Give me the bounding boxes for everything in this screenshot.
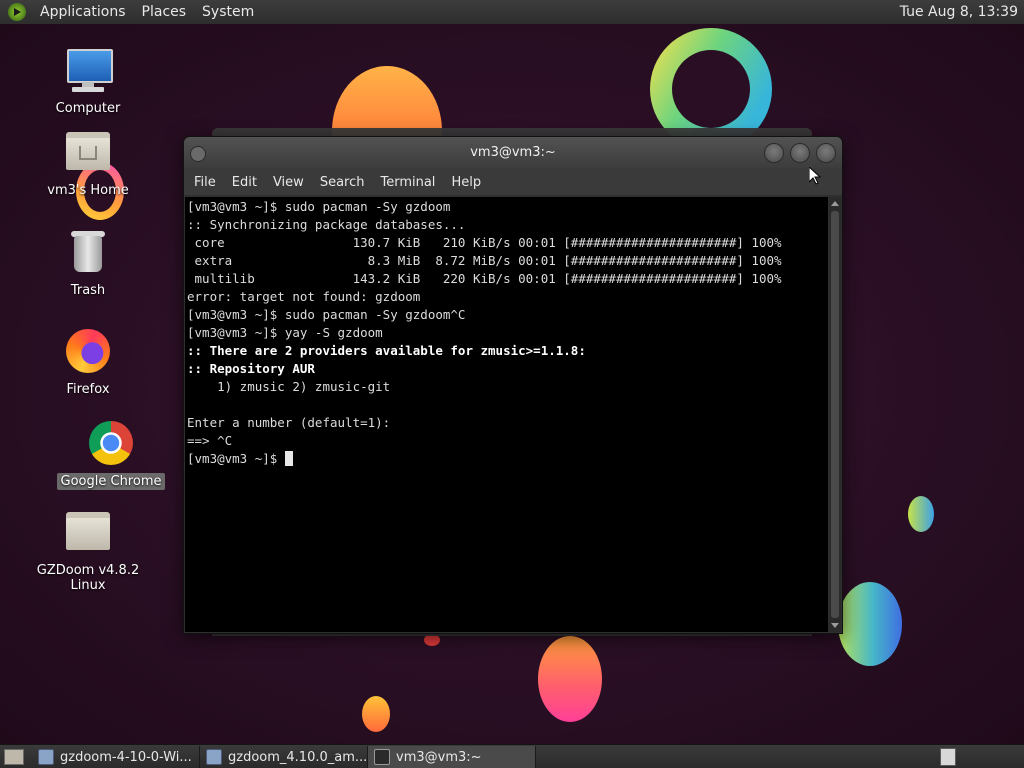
- terminal-line: :: Repository AUR: [187, 361, 315, 376]
- bottom-panel: gzdoom-4-10-0-Wi... gzdoom_4.10.0_am... …: [0, 744, 1024, 768]
- desktop-icon-label: vm3's Home: [47, 183, 129, 198]
- terminal-icon: [374, 749, 390, 765]
- menu-system[interactable]: System: [194, 4, 262, 20]
- desktop-icon-home[interactable]: vm3's Home: [28, 128, 148, 199]
- minimize-button[interactable]: [764, 143, 784, 163]
- terminal-line: [vm3@vm3 ~]$ sudo pacman -Sy gzdoom^C: [187, 307, 466, 322]
- scroll-down-icon[interactable]: [831, 623, 839, 628]
- trash-applet-icon[interactable]: [940, 748, 956, 766]
- terminal-line: [vm3@vm3 ~]$: [187, 451, 285, 466]
- chrome-icon: [87, 419, 135, 467]
- desktop-icon-gzdoom-folder[interactable]: GZDoom v4.8.2 Linux: [28, 508, 148, 594]
- home-folder-icon: [64, 128, 112, 176]
- computer-icon: [64, 46, 113, 94]
- wallpaper-shape: [838, 582, 902, 666]
- top-panel: Applications Places System Tue Aug 8, 13…: [0, 0, 1024, 25]
- clock[interactable]: Tue Aug 8, 13:39: [900, 4, 1024, 20]
- menu-file[interactable]: File: [186, 175, 224, 190]
- desktop-icon-label: Trash: [70, 283, 106, 298]
- terminal-line: core 130.7 KiB 210 KiB/s 00:01 [########…: [187, 235, 782, 250]
- terminal-line: ==> ^C: [187, 433, 233, 448]
- terminal-line: :: Synchronizing package databases...: [187, 217, 466, 232]
- taskbar-item[interactable]: gzdoom_4.10.0_am...: [200, 746, 368, 768]
- terminal-line: multilib 143.2 KiB 220 KiB/s 00:01 [####…: [187, 271, 782, 286]
- terminal-line: 1) zmusic 2) zmusic-git: [187, 379, 391, 394]
- window-icon: [38, 749, 54, 765]
- terminal-line: :: There are 2 providers available for z…: [187, 343, 586, 358]
- menu-applications[interactable]: Applications: [32, 4, 134, 20]
- desktop-icon-label: Google Chrome: [56, 473, 166, 490]
- desktop-icon-chrome[interactable]: Google Chrome: [51, 419, 171, 490]
- terminal-scrollbar[interactable]: [829, 197, 841, 632]
- taskbar-item-label: gzdoom_4.10.0_am...: [228, 749, 368, 765]
- desktop-icon-label: Firefox: [66, 382, 110, 397]
- menu-search[interactable]: Search: [312, 175, 373, 190]
- text-cursor: [284, 451, 293, 466]
- menu-terminal[interactable]: Terminal: [372, 175, 443, 190]
- terminal-titlebar[interactable]: vm3@vm3:~: [184, 137, 842, 169]
- terminal-line: [vm3@vm3 ~]$ yay -S gzdoom: [187, 325, 383, 340]
- terminal-text: [vm3@vm3 ~]$ sudo pacman -Sy gzdoom :: S…: [185, 197, 828, 468]
- desktop-icon-label: Computer: [55, 101, 121, 116]
- taskbar-item[interactable]: gzdoom-4-10-0-Wi...: [32, 746, 200, 768]
- taskbar-item-label: gzdoom-4-10-0-Wi...: [60, 749, 192, 765]
- menu-places[interactable]: Places: [134, 4, 195, 20]
- trash-icon: [64, 228, 112, 276]
- firefox-icon: [64, 327, 112, 375]
- close-button[interactable]: [816, 143, 836, 163]
- desktop-icon-label: GZDoom v4.8.2 Linux: [36, 563, 140, 593]
- terminal-window[interactable]: vm3@vm3:~ File Edit View Search Terminal…: [183, 136, 843, 634]
- terminal-line: extra 8.3 MiB 8.72 MiB/s 00:01 [########…: [187, 253, 782, 268]
- taskbar-item-active[interactable]: vm3@vm3:~: [368, 746, 536, 768]
- menu-help[interactable]: Help: [443, 175, 489, 190]
- window-icon: [206, 749, 222, 765]
- distro-logo-icon[interactable]: [8, 3, 26, 21]
- menu-edit[interactable]: Edit: [224, 175, 265, 190]
- maximize-button[interactable]: [790, 143, 810, 163]
- terminal-output[interactable]: [vm3@vm3 ~]$ sudo pacman -Sy gzdoom :: S…: [185, 197, 828, 632]
- window-menu-button[interactable]: [190, 146, 206, 162]
- wallpaper-shape: [908, 496, 934, 532]
- show-desktop-icon[interactable]: [4, 749, 24, 765]
- desktop-icon-computer[interactable]: Computer: [28, 46, 148, 117]
- menu-view[interactable]: View: [265, 175, 312, 190]
- wallpaper-shape: [362, 696, 390, 732]
- desktop-icon-firefox[interactable]: Firefox: [28, 327, 148, 398]
- scroll-up-icon[interactable]: [831, 201, 839, 206]
- terminal-line: [vm3@vm3 ~]$ sudo pacman -Sy gzdoom: [187, 199, 451, 214]
- desktop-icon-trash[interactable]: Trash: [28, 228, 148, 299]
- wallpaper-shape: [538, 636, 602, 722]
- window-title: vm3@vm3:~: [470, 145, 556, 160]
- terminal-line: Enter a number (default=1):: [187, 415, 391, 430]
- terminal-menubar: File Edit View Search Terminal Help: [184, 169, 842, 195]
- taskbar-item-label: vm3@vm3:~: [396, 749, 482, 765]
- folder-icon: [64, 508, 112, 556]
- scroll-thumb[interactable]: [831, 211, 839, 618]
- terminal-line: error: target not found: gzdoom: [187, 289, 421, 304]
